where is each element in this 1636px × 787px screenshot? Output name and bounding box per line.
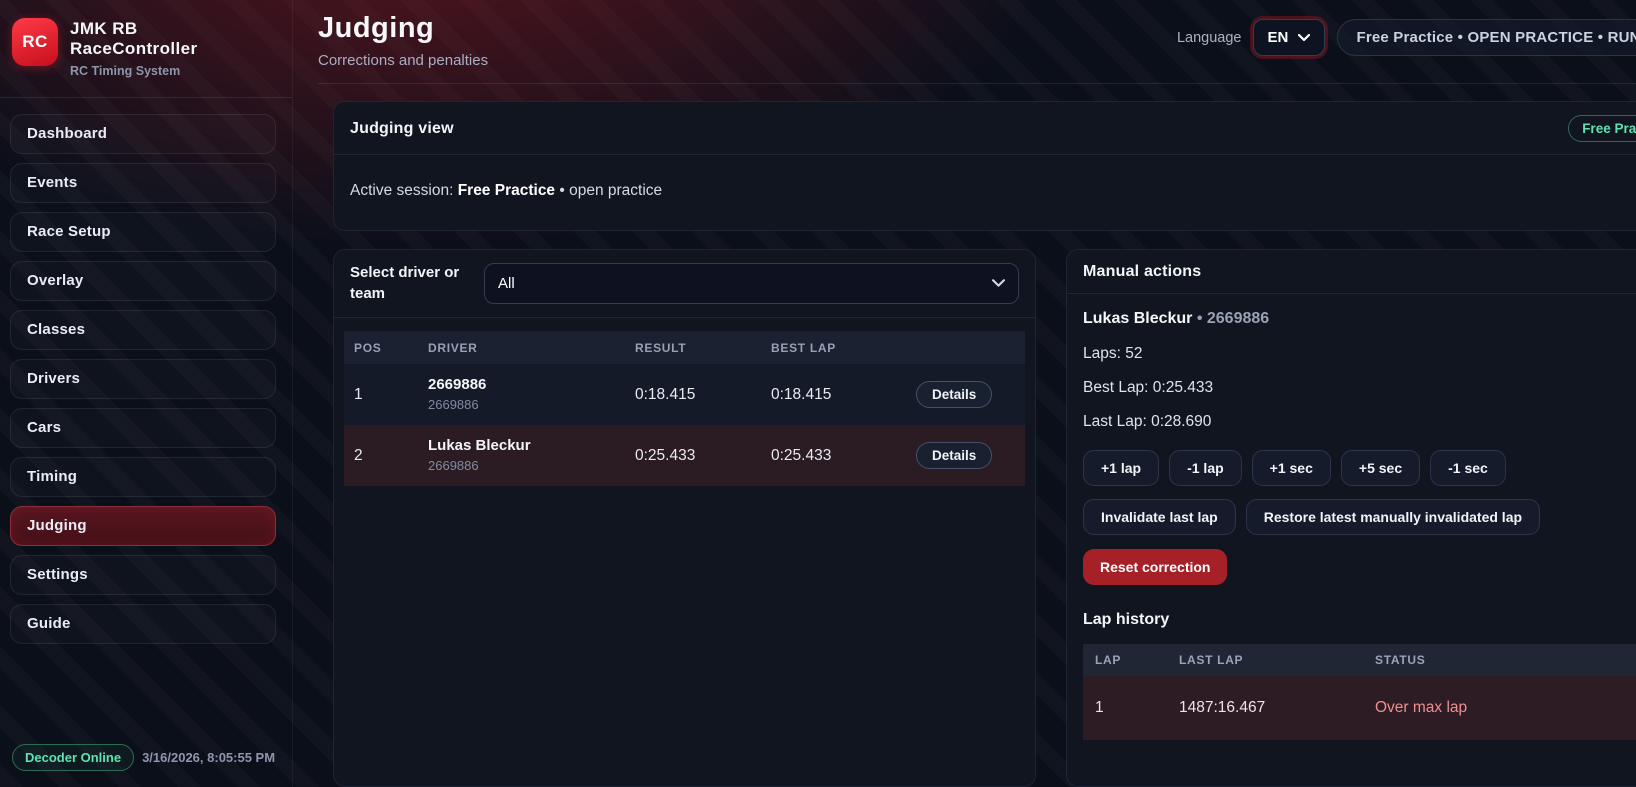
header-controls: Language EN Free Practice • OPEN PRACTIC…: [1177, 12, 1636, 56]
driver-table-row: 2 Lukas Bleckur 2669886 0:25.433 0:25.43…: [344, 425, 1025, 486]
driver-filter-select-value: All: [498, 275, 515, 292]
sidebar-item-timing[interactable]: Timing: [10, 457, 276, 497]
judging-view-title: Judging view: [350, 120, 454, 138]
free-practice-badge: Free Practice: [1568, 115, 1636, 142]
manual-actions-header: Manual actions: [1067, 250, 1636, 294]
sidebar-item-race-setup[interactable]: Race Setup: [10, 212, 276, 252]
language-select-value: EN: [1267, 29, 1288, 46]
sidebar-item-events[interactable]: Events: [10, 163, 276, 203]
sidebar-item-guide[interactable]: Guide: [10, 604, 276, 644]
judging-view-card: Judging view Free Practice Active sessio…: [333, 101, 1636, 231]
sidebar-footer: Decoder Online 3/16/2026, 8:05:55 PM: [0, 744, 292, 771]
driver-transponder: 2669886: [428, 458, 635, 474]
sidebar-item-overlay[interactable]: Overlay: [10, 261, 276, 301]
sidebar-item-cars[interactable]: Cars: [10, 408, 276, 448]
manual-actions-card: Manual actions Lukas Bleckur • 2669886 L…: [1066, 249, 1636, 787]
invalidate-last-lap-button[interactable]: Invalidate last lap: [1083, 499, 1236, 535]
page-subtitle: Corrections and penalties: [318, 52, 488, 69]
details-button[interactable]: Details: [916, 442, 992, 469]
active-session-line: Active session: Free Practice • open pra…: [334, 155, 1636, 230]
active-session-label: Active session:: [350, 182, 458, 199]
language-select[interactable]: EN: [1253, 19, 1325, 56]
lap-history-header: LAP LAST LAP STATUS: [1083, 644, 1636, 676]
decoder-status-badge: Decoder Online: [12, 744, 134, 771]
page-title: Judging: [318, 12, 488, 45]
best-lap-stat: Best Lap: 0:25.433: [1083, 379, 1636, 397]
lap-status: Over max lap: [1375, 699, 1636, 717]
app-window: RC JMK RB RaceController RC Timing Syste…: [0, 0, 1636, 787]
lap-correction-buttons: Invalidate last lap Restore latest manua…: [1083, 499, 1636, 535]
judging-view-header: Judging view Free Practice: [334, 102, 1636, 155]
driver-name: 2669886: [428, 376, 635, 395]
active-session-suffix: • open practice: [555, 182, 662, 199]
driver-table: POS DRIVER RESULT BEST LAP 1 2669886 266…: [344, 331, 1025, 486]
col-lap: LAP: [1095, 653, 1179, 667]
app-logo-icon: RC: [12, 18, 58, 66]
col-pos: POS: [354, 341, 428, 355]
chevron-down-icon: [992, 279, 1005, 288]
brand-title-line2: RaceController: [70, 39, 197, 59]
clock-timestamp: 3/16/2026, 8:05:55 PM: [142, 750, 275, 765]
quick-button-plus5-sec[interactable]: +5 sec: [1341, 450, 1420, 486]
sidebar-item-judging[interactable]: Judging: [10, 506, 276, 546]
brand-subtitle: RC Timing System: [70, 64, 197, 79]
driver-filter-row: Select driver or team All: [334, 250, 1035, 318]
chevron-down-icon: [1298, 34, 1310, 42]
brand-title-line1: JMK RB: [70, 19, 197, 39]
driver-filter-label: Select driver or team: [350, 263, 468, 304]
brand: RC JMK RB RaceController RC Timing Syste…: [0, 16, 292, 98]
details-button[interactable]: Details: [916, 381, 992, 408]
last-lap-stat: Last Lap: 0:28.690: [1083, 413, 1636, 431]
sidebar-item-drivers[interactable]: Drivers: [10, 359, 276, 399]
restore-invalidated-lap-button[interactable]: Restore latest manually invalidated lap: [1246, 499, 1540, 535]
col-best-lap: BEST LAP: [771, 341, 916, 355]
session-status-badge: Free Practice • OPEN PRACTICE • RUNNING: [1337, 19, 1636, 56]
laps-stat: Laps: 52: [1083, 345, 1636, 363]
sidebar: RC JMK RB RaceController RC Timing Syste…: [0, 0, 293, 787]
driver-filter-select[interactable]: All: [484, 263, 1019, 304]
driver-table-row: 1 2669886 2669886 0:18.415 0:18.415 Deta…: [344, 364, 1025, 425]
sidebar-item-settings[interactable]: Settings: [10, 555, 276, 595]
active-session-name: Free Practice: [458, 182, 555, 199]
selected-driver-number: • 2669886: [1192, 310, 1269, 327]
col-result: RESULT: [635, 341, 771, 355]
quick-correction-buttons: +1 lap -1 lap +1 sec +5 sec -1 sec: [1083, 450, 1636, 486]
lap-history-table: LAP LAST LAP STATUS 1 1487:16.467 Over m…: [1083, 644, 1636, 740]
driver-panel-card: Select driver or team All POS DRIVER: [333, 249, 1036, 787]
quick-button-plus1-lap[interactable]: +1 lap: [1083, 450, 1159, 486]
quick-button-minus1-sec[interactable]: -1 sec: [1430, 450, 1506, 486]
manual-actions-title: Manual actions: [1083, 263, 1201, 281]
col-status: STATUS: [1375, 653, 1636, 667]
lap-history-row: 1 1487:16.467 Over max lap: [1083, 676, 1636, 740]
sidebar-item-classes[interactable]: Classes: [10, 310, 276, 350]
quick-button-plus1-sec[interactable]: +1 sec: [1252, 450, 1331, 486]
main-area: Judging Corrections and penalties Langua…: [293, 0, 1636, 787]
sidebar-item-dashboard[interactable]: Dashboard: [10, 114, 276, 154]
col-driver: DRIVER: [428, 341, 635, 355]
lap-history-title: Lap history: [1083, 611, 1636, 629]
page-header: Judging Corrections and penalties Langua…: [318, 12, 1636, 84]
language-label: Language: [1177, 30, 1242, 46]
selected-driver-name: Lukas Bleckur: [1083, 310, 1192, 327]
quick-button-minus1-lap[interactable]: -1 lap: [1169, 450, 1242, 486]
driver-transponder: 2669886: [428, 397, 635, 413]
col-last-lap: LAST LAP: [1179, 653, 1375, 667]
driver-table-header: POS DRIVER RESULT BEST LAP: [344, 331, 1025, 364]
reset-correction-button[interactable]: Reset correction: [1083, 549, 1227, 585]
logo-text: RC: [22, 32, 48, 52]
brand-text: JMK RB RaceController RC Timing System: [70, 18, 197, 79]
page-head: Judging Corrections and penalties: [318, 12, 488, 69]
selected-driver-line: Lukas Bleckur • 2669886: [1083, 310, 1636, 328]
driver-name: Lukas Bleckur: [428, 437, 635, 456]
sidebar-nav: Dashboard Events Race Setup Overlay Classes D…: [0, 98, 292, 653]
